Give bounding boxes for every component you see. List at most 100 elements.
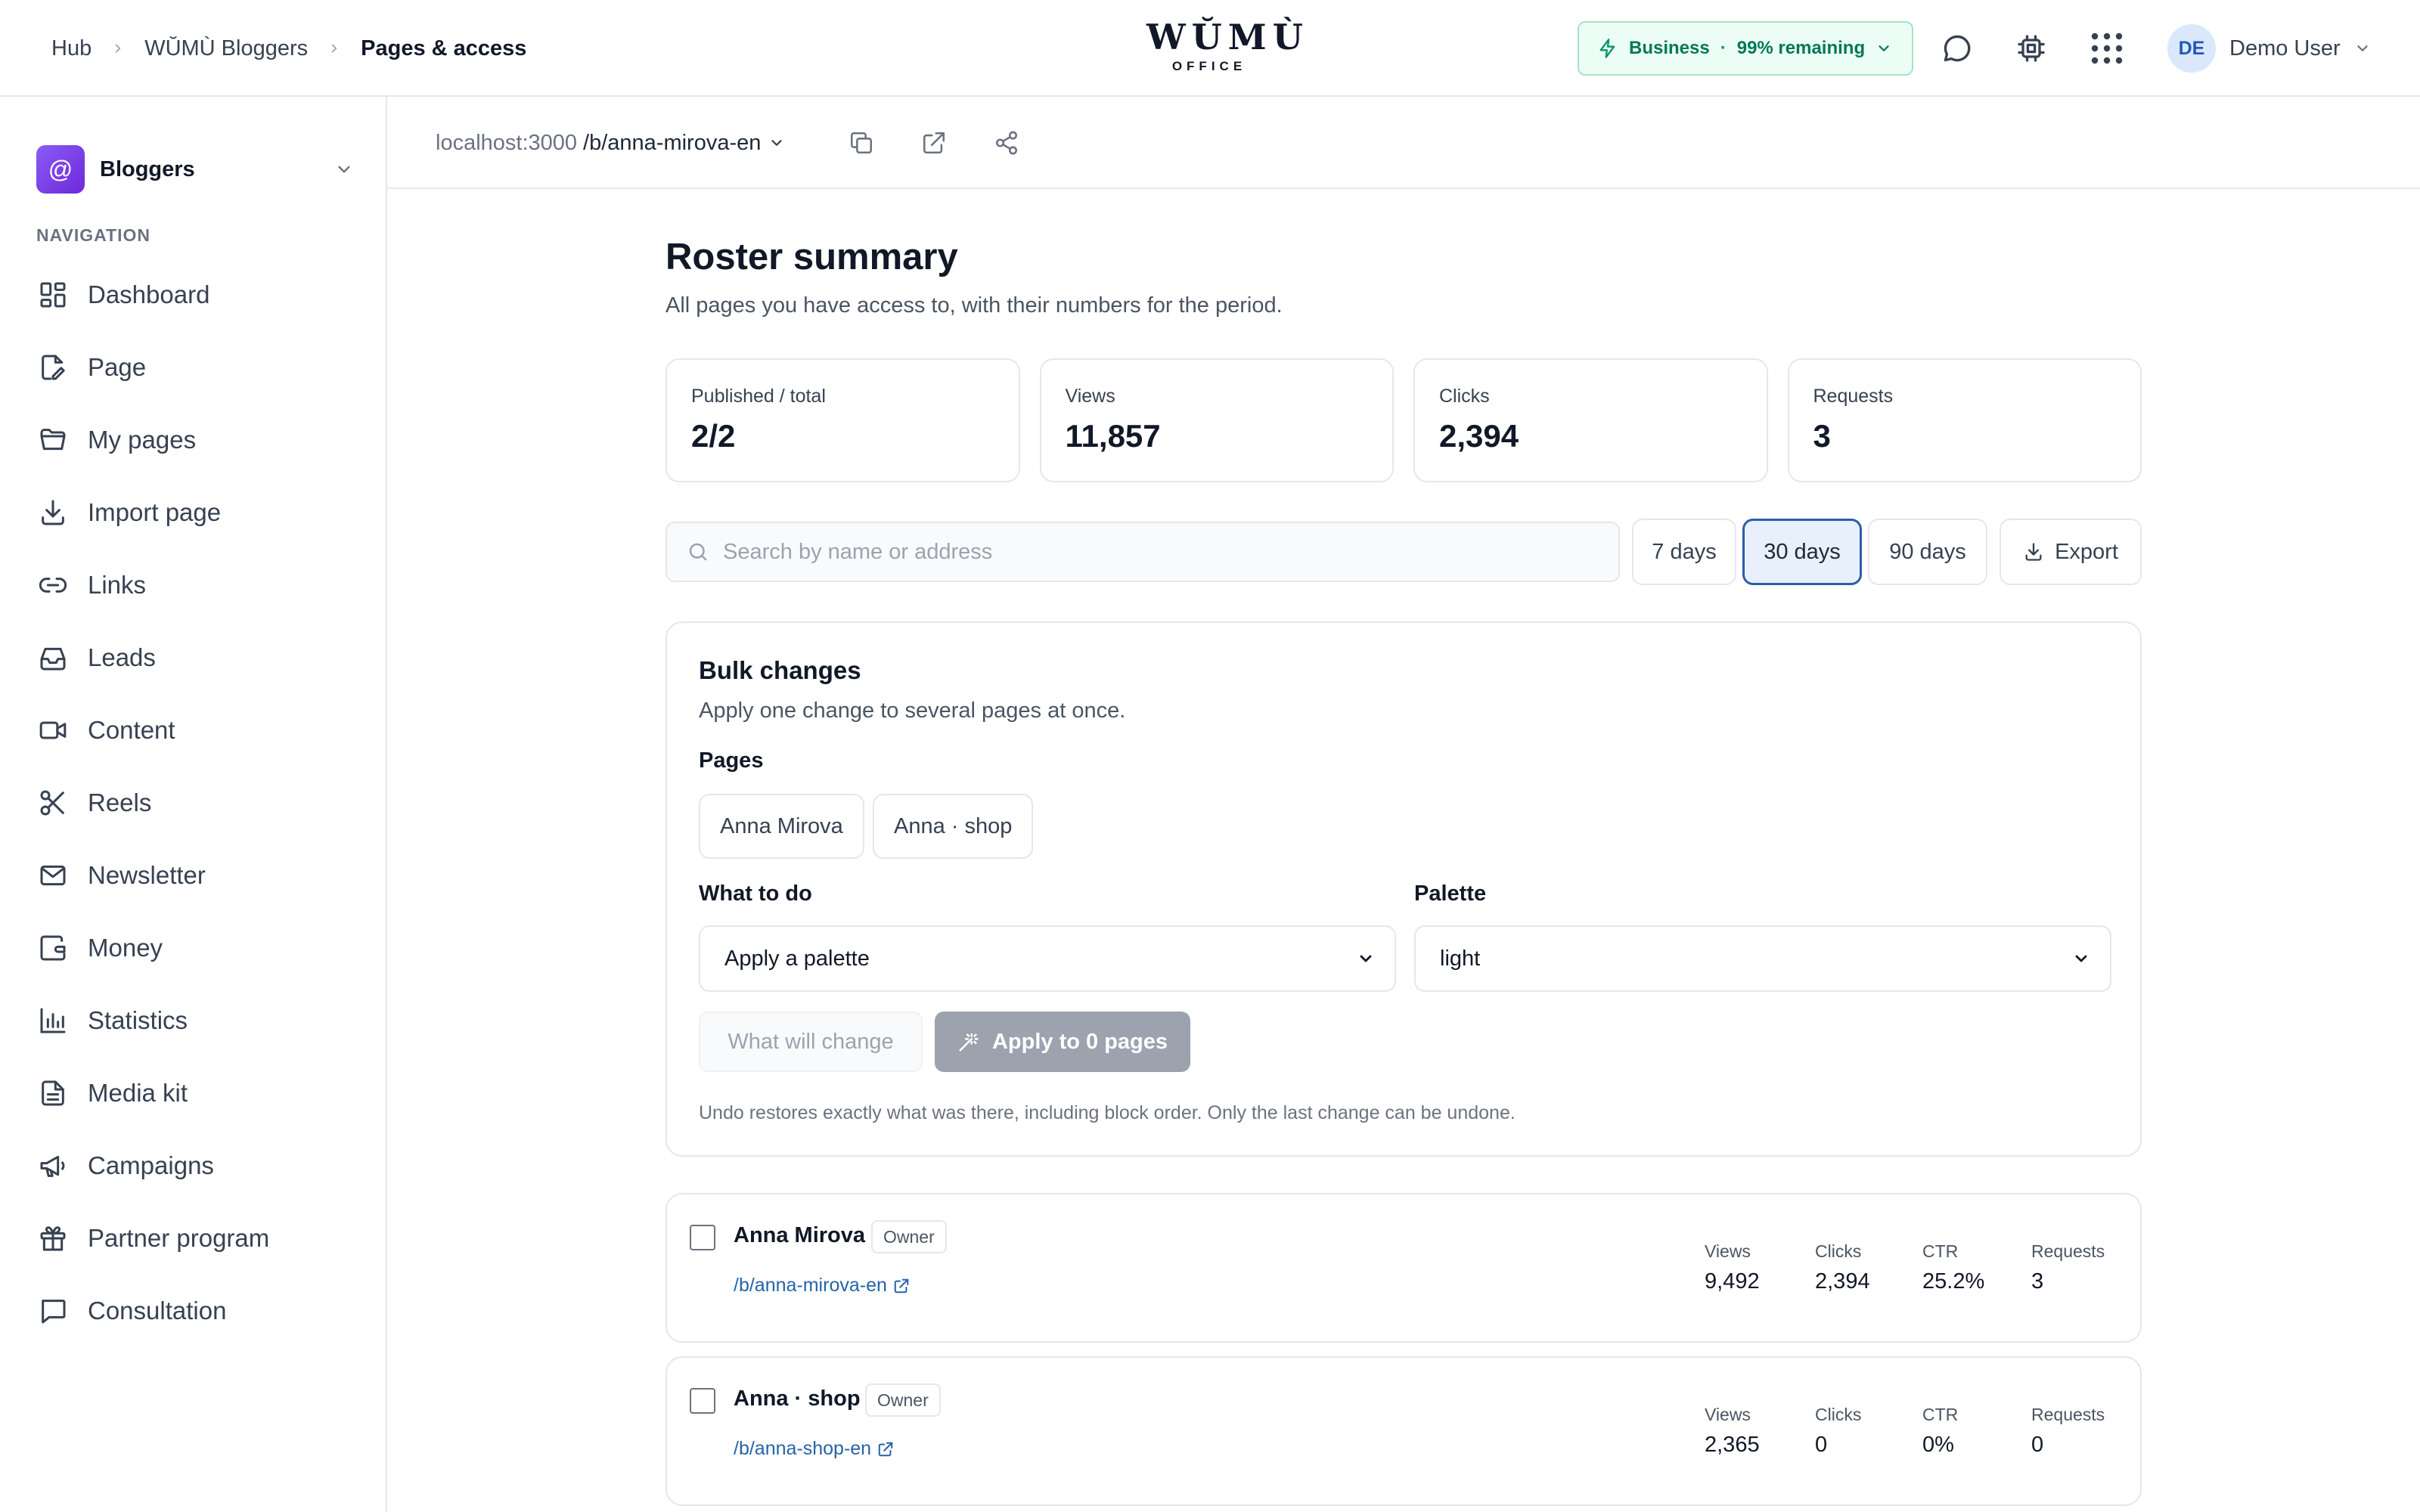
page-chip-anna-shop[interactable]: Anna · shop [873,794,1034,859]
copy-button[interactable] [845,127,877,159]
metric-value: 0 [1815,1433,1828,1457]
share-icon [994,130,1019,156]
row-metric-clicks: Clicks 2,394 [1815,1241,1870,1294]
row-page-name: Anna Mirova [734,1223,866,1247]
address-path: /b/anna-mirova-en [583,130,762,155]
workspace-switcher[interactable]: @ Bloggers [36,145,354,194]
row-metric-ctr: CTR 0% [1922,1405,1958,1458]
role-badge: Owner [865,1383,941,1417]
open-external-button[interactable] [918,127,950,159]
user-menu[interactable]: DE Demo User [2167,24,2371,73]
sidebar-item-campaigns[interactable]: Campaigns [36,1129,354,1202]
sidebar: @ Bloggers NAVIGATION Dashboard Page My … [0,97,387,1512]
ai-chip-button[interactable] [2009,26,2054,71]
page-address-selector[interactable]: localhost:3000 /b/anna-mirova-en [436,97,785,189]
sidebar-item-dashboard[interactable]: Dashboard [36,259,354,331]
sidebar-item-content[interactable]: Content [36,694,354,767]
plan-name: Business [1629,38,1710,58]
search-box [666,522,1620,582]
period-30-days-button[interactable]: 30 days [1742,519,1862,585]
plan-usage-button[interactable]: Business · 99% remaining [1578,21,1913,76]
sidebar-item-partner-program[interactable]: Partner program [36,1202,354,1275]
sidebar-nav: Dashboard Page My pages Import page Link… [36,259,354,1347]
sidebar-item-reels[interactable]: Reels [36,767,354,839]
sidebar-item-label: Media kit [88,1079,188,1107]
row-checkbox[interactable] [690,1388,715,1414]
chevron-down-icon [1876,40,1892,57]
sidebar-item-label: Import page [88,498,222,526]
folder-icon [36,423,70,457]
search-icon [687,541,709,563]
scissors-icon [36,786,70,820]
sidebar-item-newsletter[interactable]: Newsletter [36,839,354,912]
megaphone-icon [36,1149,70,1182]
page-row: Anna · shop Owner /b/anna-shop-en Views … [666,1356,2142,1506]
sidebar-item-media-kit[interactable]: Media kit [36,1057,354,1129]
role-badge: Owner [871,1220,947,1253]
search-input[interactable] [723,539,1599,565]
sidebar-item-label: Content [88,716,175,744]
page-chip-anna-mirova[interactable]: Anna Mirova [699,794,864,859]
sidebar-item-page[interactable]: Page [36,331,354,404]
bulk-description: Apply one change to several pages at onc… [699,699,1126,723]
export-label: Export [2055,539,2118,564]
page-address-bar: localhost:3000 /b/anna-mirova-en [387,97,2420,189]
plan-separator: · [1720,38,1727,58]
sidebar-item-label: Partner program [88,1224,270,1252]
apply-label: Apply to 0 pages [991,1029,1168,1054]
video-icon [36,714,70,747]
metric-value: 3 [2031,1269,2044,1294]
share-button[interactable] [991,127,1022,159]
sidebar-item-money[interactable]: Money [36,912,354,984]
row-page-link[interactable]: /b/anna-shop-en [734,1438,894,1460]
metric-label: CTR [1922,1405,1959,1424]
row-page-link[interactable]: /b/anna-mirova-en [734,1275,910,1297]
page-subtitle: All pages you have access to, with their… [666,293,1283,318]
messages-button[interactable] [1934,26,1980,71]
stat-card-published: Published / total 2/2 [666,358,1020,482]
copy-icon [849,130,874,156]
stat-label: Requests [1813,386,1894,407]
sidebar-item-links[interactable]: Links [36,549,354,621]
sidebar-item-leads[interactable]: Leads [36,621,354,694]
sidebar-item-label: Campaigns [88,1151,214,1179]
preview-changes-button[interactable]: What will change [699,1012,923,1072]
chat-icon [36,1294,70,1328]
stat-value: 3 [1813,418,1831,454]
breadcrumb-hub[interactable]: Hub [51,36,92,61]
lightning-icon [1597,38,1618,59]
sidebar-item-consultation[interactable]: Consultation [36,1275,354,1347]
app-logo[interactable]: WŬMÙ OFFICE [1146,17,1309,74]
sidebar-item-label: Dashboard [88,280,210,308]
apps-grid-icon [2089,30,2125,67]
stat-label: Published / total [691,386,826,407]
stat-value: 2/2 [691,418,736,454]
metric-value: 2,365 [1705,1433,1760,1457]
sidebar-item-label: Statistics [88,1006,188,1034]
mail-icon [36,859,70,892]
download-icon [36,496,70,529]
sidebar-item-statistics[interactable]: Statistics [36,984,354,1057]
apps-grid-button[interactable] [2084,26,2130,71]
stats-row: Published / total 2/2 Views 11,857 Click… [666,358,2142,482]
chevron-down-icon [2354,40,2371,57]
sidebar-item-label: Reels [88,789,152,816]
stat-label: Clicks [1439,386,1490,407]
row-metric-clicks: Clicks 0 [1815,1405,1861,1458]
sidebar-item-import-page[interactable]: Import page [36,476,354,549]
row-checkbox[interactable] [690,1225,715,1250]
metric-label: Views [1705,1241,1751,1261]
palette-select[interactable]: light [1414,925,2111,992]
period-90-days-button[interactable]: 90 days [1868,519,1987,585]
row-link-text: /b/anna-mirova-en [734,1275,887,1296]
sidebar-item-label: Links [88,571,147,599]
logo-word: WŬMÙ [1146,17,1309,57]
export-button[interactable]: Export [2000,519,2142,585]
action-select[interactable]: Apply a palette [699,925,1396,992]
sidebar-item-my-pages[interactable]: My pages [36,404,354,476]
breadcrumb-workspace[interactable]: WŬMÙ Bloggers [144,36,308,61]
period-7-days-button[interactable]: 7 days [1632,519,1736,585]
bar-chart-icon [36,1004,70,1037]
apply-button[interactable]: Apply to 0 pages [935,1012,1190,1072]
inbox-icon [36,641,70,674]
